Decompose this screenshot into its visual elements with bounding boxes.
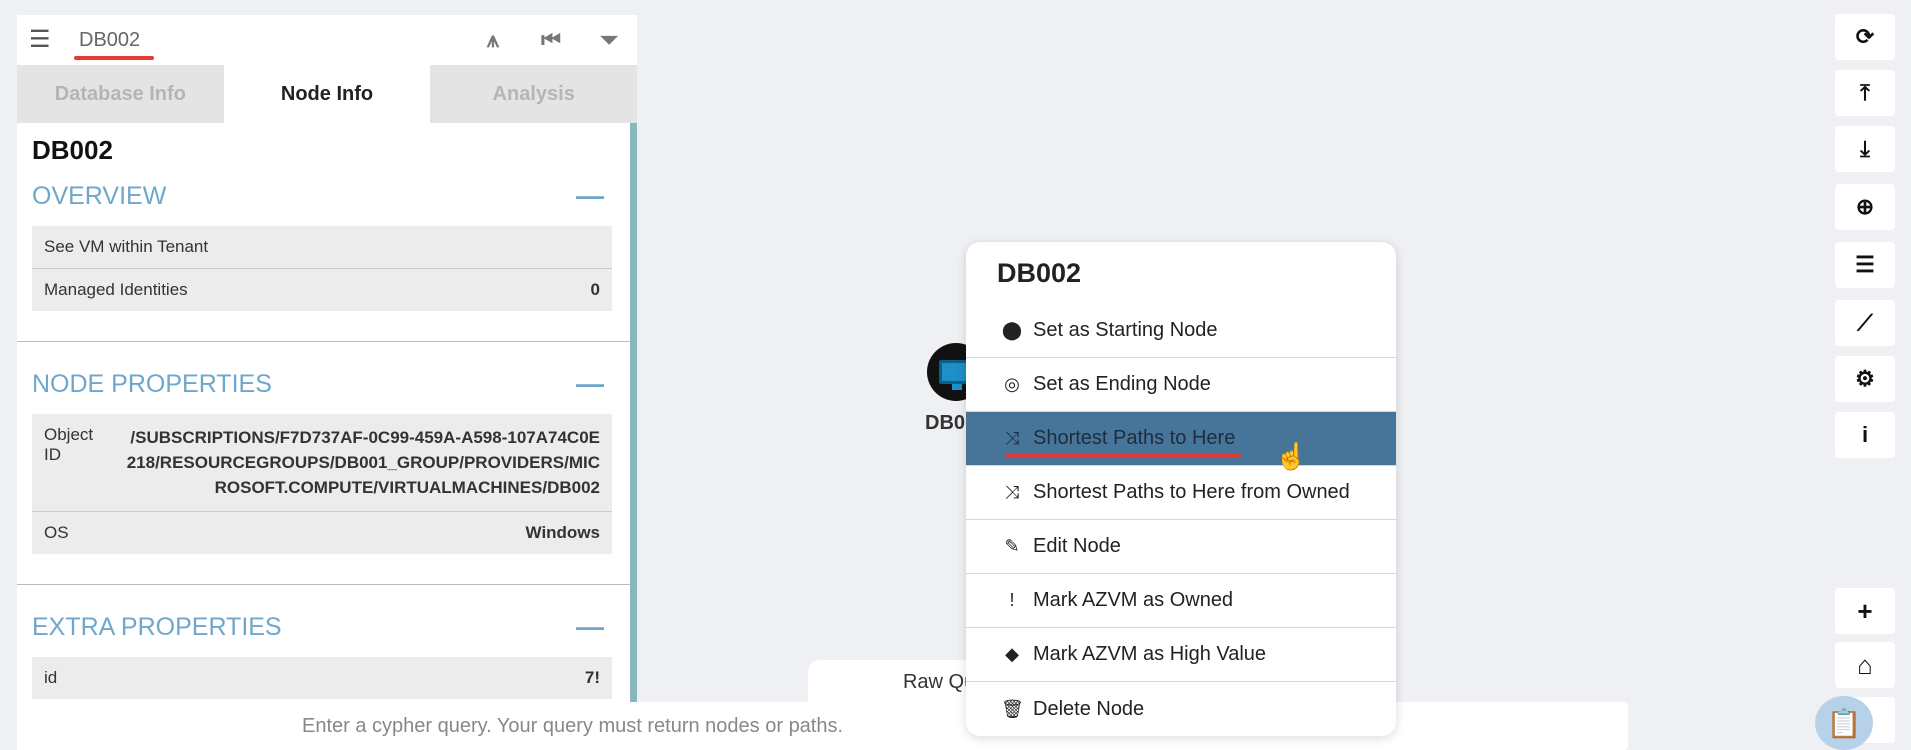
menu-item-label: Mark AZVM as High Value	[1033, 643, 1267, 665]
node-context-menu: DB002 ⬤ Set as Starting Node ◎ Set as En…	[966, 242, 1396, 736]
row-value: /SUBSCRIPTIONS/F7D737AF-0C99-459A-A598-1…	[126, 428, 600, 497]
collapse-icon[interactable]: —	[576, 180, 612, 212]
extra-properties-title: EXTRA PROPERTIES	[32, 612, 282, 641]
extra-properties-header[interactable]: EXTRA PROPERTIES —	[32, 611, 612, 643]
menu-item-set-ending-node[interactable]: ◎ Set as Ending Node	[966, 358, 1396, 412]
stats-button[interactable]: ⟋	[1835, 300, 1895, 346]
node-properties-title: NODE PROPERTIES	[32, 369, 272, 398]
clipboard-icon: 📋	[1826, 707, 1862, 739]
shuffle-icon: ⤨	[1004, 482, 1020, 502]
node-title: DB002	[32, 135, 113, 165]
search-input[interactable]: DB002	[73, 29, 155, 60]
import-button[interactable]: ⊕	[1835, 184, 1895, 230]
bullseye-icon: ◎	[1004, 374, 1020, 394]
queries-button[interactable]: ☰	[1835, 242, 1895, 288]
edit-icon: ✎	[1004, 536, 1020, 556]
menu-item-set-starting-node[interactable]: ⬤ Set as Starting Node	[966, 304, 1396, 358]
row-label: id	[44, 668, 58, 687]
row-value: Windows	[525, 523, 600, 542]
upload-icon: ⤒	[1860, 80, 1870, 105]
upload-button[interactable]: ⤒	[1835, 70, 1895, 116]
clipboard-button[interactable]: 📋	[1815, 696, 1873, 750]
settings-button[interactable]: ⚙	[1835, 356, 1895, 402]
zoom-in-icon: +	[1857, 595, 1873, 626]
menu-item-mark-owned[interactable]: ! Mark AZVM as Owned	[966, 574, 1396, 628]
menu-item-label: Shortest Paths to Here	[1004, 427, 1242, 458]
menu-item-label: Edit Node	[1033, 535, 1121, 557]
tasks-icon: ☰	[1855, 252, 1875, 277]
map-marker-icon: ⬤	[1001, 320, 1023, 340]
menu-item-label: Set as Starting Node	[1033, 319, 1218, 341]
search-bar: ☰ DB002 ⩚ ⏮ ⏷	[17, 15, 637, 65]
table-row: Object ID /SUBSCRIPTIONS/F7D737AF-0C99-4…	[32, 414, 612, 512]
skip-back-icon[interactable]: ⏮	[540, 27, 562, 53]
chart-icon: ⟋	[1857, 310, 1873, 335]
download-button[interactable]: ⤓	[1835, 126, 1895, 172]
menu-item-mark-high-value[interactable]: ◆ Mark AZVM as High Value	[966, 628, 1396, 682]
download-icon: ⤓	[1860, 136, 1870, 161]
row-value: 0	[590, 280, 600, 299]
home-icon: ⌂	[1857, 649, 1873, 680]
row-label: Object ID	[44, 425, 94, 464]
exclamation-icon: !	[1009, 590, 1015, 610]
filter-icon[interactable]: ⏷	[598, 27, 620, 53]
menu-title: DB002	[997, 258, 1082, 288]
menu-item-edit-node[interactable]: ✎ Edit Node	[966, 520, 1396, 574]
gem-icon: ◆	[1005, 644, 1019, 664]
zoom-in-button[interactable]: +	[1835, 588, 1895, 634]
upload-circle-icon: ⊕	[1855, 194, 1875, 219]
left-panel: ☰ DB002 ⩚ ⏮ ⏷ Database Info Node Info An…	[17, 15, 637, 750]
refresh-icon: ⟳	[1855, 24, 1875, 49]
hand-cursor-icon: ☝	[1275, 441, 1308, 471]
menu-icon[interactable]: ☰	[29, 28, 51, 52]
row-label: OS	[44, 523, 69, 542]
menu-item-delete-node[interactable]: 🗑 Delete Node	[966, 682, 1396, 736]
cogs-icon: ⚙	[1855, 366, 1875, 391]
home-button[interactable]: ⌂	[1835, 642, 1895, 688]
node-properties-table: Object ID /SUBSCRIPTIONS/F7D737AF-0C99-4…	[32, 414, 612, 554]
table-row[interactable]: See VM within Tenant	[32, 226, 612, 269]
trash-icon: 🗑	[1001, 698, 1024, 719]
divider	[17, 584, 630, 585]
tab-database-info[interactable]: Database Info	[17, 65, 224, 123]
graph-node-label: DB0	[925, 412, 966, 434]
row-label: See VM within Tenant	[44, 237, 209, 256]
menu-item-label: Shortest Paths to Here from Owned	[1033, 481, 1350, 503]
menu-item-shortest-paths[interactable]: ⤨ Shortest Paths to Here	[966, 412, 1396, 466]
extra-properties-table: id 7!	[32, 657, 612, 699]
collapse-icon[interactable]: —	[576, 368, 612, 400]
node-info-content: DB002 OVERVIEW — See VM within Tenant Ma…	[17, 123, 637, 750]
row-label: Managed Identities	[44, 280, 188, 299]
overview-title: OVERVIEW	[32, 181, 167, 210]
shuffle-icon: ⤨	[1004, 428, 1020, 448]
about-button[interactable]: i	[1835, 412, 1895, 458]
menu-item-label: Set as Ending Node	[1033, 373, 1211, 395]
route-icon[interactable]: ⩚	[482, 27, 504, 53]
divider	[17, 341, 630, 342]
tab-node-info[interactable]: Node Info	[223, 65, 431, 123]
info-icon: i	[1861, 422, 1869, 447]
menu-item-label: Delete Node	[1033, 697, 1145, 720]
menu-item-shortest-paths-owned[interactable]: ⤨ Shortest Paths to Here from Owned	[966, 466, 1396, 520]
row-value: 7!	[584, 668, 600, 687]
table-row: OS Windows	[32, 512, 612, 554]
refresh-button[interactable]: ⟳	[1835, 14, 1895, 60]
collapse-icon[interactable]: —	[576, 611, 612, 643]
overview-header[interactable]: OVERVIEW —	[32, 180, 612, 212]
table-row[interactable]: Managed Identities 0	[32, 269, 612, 311]
tab-analysis[interactable]: Analysis	[430, 65, 637, 123]
overview-table: See VM within Tenant Managed Identities …	[32, 226, 612, 311]
tabs: Database Info Node Info Analysis	[17, 65, 637, 123]
table-row: id 7!	[32, 657, 612, 699]
node-properties-header[interactable]: NODE PROPERTIES —	[32, 368, 612, 400]
menu-item-label: Mark AZVM as Owned	[1033, 589, 1234, 611]
cypher-query-input[interactable]: Enter a cypher query. Your query must re…	[286, 702, 1628, 750]
